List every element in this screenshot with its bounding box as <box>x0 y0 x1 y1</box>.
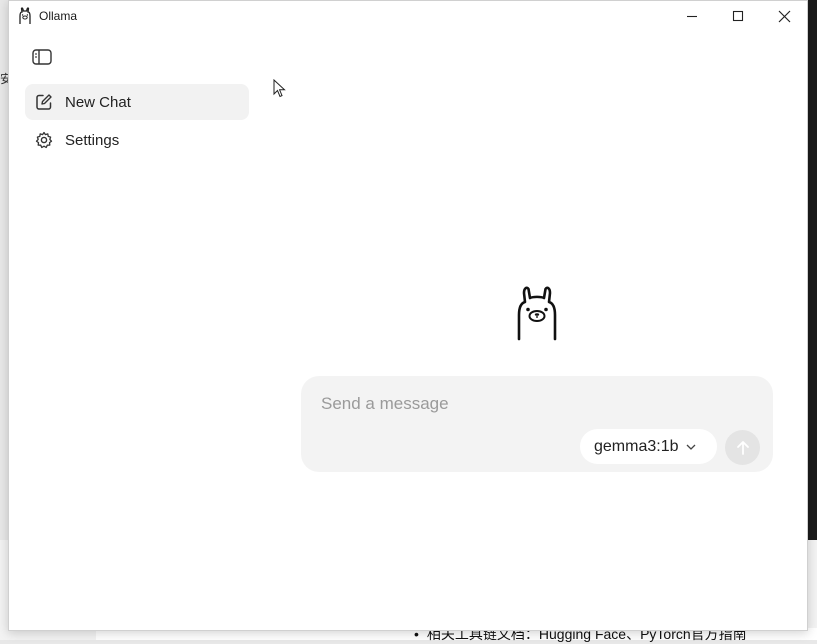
model-label: gemma3:1b <box>594 437 679 455</box>
arrow-up-icon <box>736 440 749 455</box>
maximize-icon <box>732 10 744 22</box>
settings-label: Settings <box>65 131 120 149</box>
maximize-button[interactable] <box>715 1 761 31</box>
minimize-button[interactable] <box>669 1 715 31</box>
sidebar-toggle-icon[interactable] <box>31 48 53 66</box>
chevron-down-icon <box>686 444 696 450</box>
background-window-edge <box>807 0 817 540</box>
new-chat-button[interactable]: New Chat <box>25 84 249 120</box>
new-chat-label: New Chat <box>65 93 131 111</box>
close-icon <box>778 10 790 22</box>
model-selector[interactable]: gemma3:1b <box>580 429 717 464</box>
edit-square-icon <box>34 92 54 112</box>
close-button[interactable] <box>761 1 807 31</box>
window-title: Ollama <box>39 9 78 23</box>
ollama-logo-icon <box>19 7 31 24</box>
settings-button[interactable]: Settings <box>25 122 249 158</box>
message-input[interactable] <box>321 394 741 414</box>
minimize-icon <box>687 15 697 18</box>
ollama-window: Ollama New Chat Settings Send a message … <box>8 0 808 631</box>
message-composer: gemma3:1b <box>301 376 773 472</box>
title-bar[interactable]: Ollama <box>9 1 807 31</box>
ollama-llama-icon <box>517 286 557 341</box>
gear-icon <box>34 130 54 150</box>
send-button[interactable] <box>725 430 760 465</box>
mouse-pointer-icon <box>273 79 286 98</box>
